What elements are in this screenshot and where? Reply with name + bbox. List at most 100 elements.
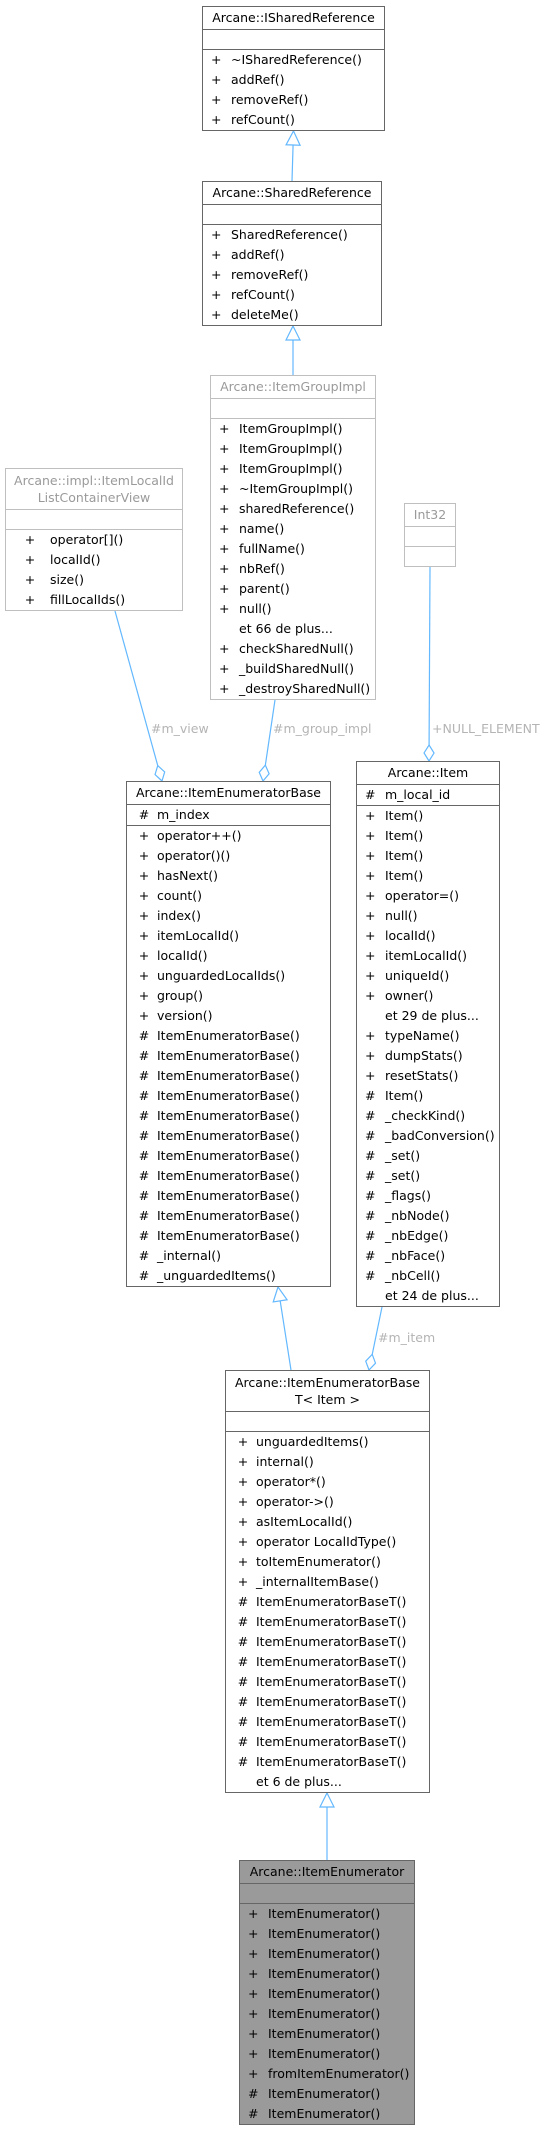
method-row[interactable]: # _checkKind() [361, 1106, 495, 1126]
method-row[interactable]: et 29 de plus... [361, 1006, 495, 1026]
class-item[interactable]: Arcane::Item # m_local_id + Item() + Item() +… [356, 761, 500, 1307]
method-row[interactable]: + _buildSharedNull() [215, 659, 371, 679]
class-shared-reference[interactable]: Arcane::SharedReference + SharedReference… [202, 181, 382, 326]
method-row[interactable]: + ItemGroupImpl() [215, 459, 371, 479]
method-row[interactable]: + unguardedItems() [230, 1432, 425, 1452]
method-row[interactable]: # _unguardedItems() [131, 1266, 326, 1286]
method-row[interactable]: + ItemEnumerator() [244, 2004, 410, 2024]
method-row[interactable]: + addRef() [207, 70, 380, 90]
method-row[interactable]: + fullName() [215, 539, 371, 559]
method-row[interactable]: + Item() [361, 866, 495, 886]
method-row[interactable]: # ItemEnumeratorBaseT() [230, 1592, 425, 1612]
method-row[interactable]: + Item() [361, 826, 495, 846]
method-row[interactable]: + ItemEnumerator() [244, 1984, 410, 2004]
method-row[interactable]: + uniqueId() [361, 966, 495, 986]
method-row[interactable]: + version() [131, 1006, 326, 1026]
method-row[interactable]: + fromItemEnumerator() [244, 2064, 410, 2084]
method-row[interactable]: # ItemEnumeratorBaseT() [230, 1732, 425, 1752]
method-row[interactable]: + sharedReference() [215, 499, 371, 519]
method-row[interactable]: # _flags() [361, 1186, 495, 1206]
method-row[interactable]: # ItemEnumeratorBase() [131, 1086, 326, 1106]
method-row[interactable]: + localId() [131, 946, 326, 966]
method-row[interactable]: + ItemEnumerator() [244, 1904, 410, 1924]
class-item-enumerator-base-t[interactable]: Arcane::ItemEnumeratorBase T< Item > + un… [225, 1370, 430, 1793]
method-row[interactable]: + checkSharedNull() [215, 639, 371, 659]
method-row[interactable]: # _nbNode() [361, 1206, 495, 1226]
method-row[interactable]: # ItemEnumeratorBase() [131, 1166, 326, 1186]
method-row[interactable]: + nbRef() [215, 559, 371, 579]
method-row[interactable]: # ItemEnumeratorBaseT() [230, 1692, 425, 1712]
method-row[interactable]: + resetStats() [361, 1066, 495, 1086]
method-row[interactable]: + removeRef() [207, 90, 380, 110]
method-row[interactable]: + size() [10, 570, 178, 590]
method-row[interactable]: # ItemEnumeratorBase() [131, 1146, 326, 1166]
method-row[interactable]: + null() [361, 906, 495, 926]
method-row[interactable]: + operator()() [131, 846, 326, 866]
attribute-row[interactable]: # m_local_id [361, 785, 495, 805]
method-row[interactable]: # ItemEnumeratorBase() [131, 1226, 326, 1246]
class-item-enumerator[interactable]: Arcane::ItemEnumerator + ItemEnumerator()… [239, 1860, 415, 2125]
method-row[interactable]: + operator*() [230, 1472, 425, 1492]
method-row[interactable]: # ItemEnumeratorBaseT() [230, 1712, 425, 1732]
method-row[interactable]: # ItemEnumeratorBase() [131, 1186, 326, 1206]
method-row[interactable]: + refCount() [207, 110, 380, 130]
method-row[interactable]: + ~ISharedReference() [207, 50, 380, 70]
method-row[interactable]: + name() [215, 519, 371, 539]
method-row[interactable]: # ItemEnumerator() [244, 2104, 410, 2124]
method-row[interactable]: + typeName() [361, 1026, 495, 1046]
method-row[interactable]: # _badConversion() [361, 1126, 495, 1146]
method-row[interactable]: # ItemEnumeratorBaseT() [230, 1632, 425, 1652]
method-row[interactable]: + fillLocalIds() [10, 590, 178, 610]
method-row[interactable]: # _set() [361, 1166, 495, 1186]
method-row[interactable]: + owner() [361, 986, 495, 1006]
method-row[interactable]: + hasNext() [131, 866, 326, 886]
method-row[interactable]: + itemLocalId() [131, 926, 326, 946]
method-row[interactable]: et 66 de plus... [215, 619, 371, 639]
class-item-local-id-list-container-view[interactable]: Arcane::impl::ItemLocalId ListContainerV… [5, 468, 183, 611]
method-row[interactable]: + null() [215, 599, 371, 619]
method-row[interactable]: + toItemEnumerator() [230, 1552, 425, 1572]
method-row[interactable]: + refCount() [207, 285, 377, 305]
method-row[interactable]: # _nbEdge() [361, 1226, 495, 1246]
method-row[interactable]: + ItemEnumerator() [244, 1964, 410, 1984]
method-row[interactable]: # ItemEnumeratorBase() [131, 1066, 326, 1086]
method-row[interactable]: + localId() [361, 926, 495, 946]
method-row[interactable]: # _internal() [131, 1246, 326, 1266]
method-row[interactable]: + addRef() [207, 245, 377, 265]
method-row[interactable]: # Item() [361, 1086, 495, 1106]
method-row[interactable]: + Item() [361, 846, 495, 866]
method-row[interactable]: + removeRef() [207, 265, 377, 285]
method-row[interactable]: # ItemEnumeratorBase() [131, 1126, 326, 1146]
method-row[interactable]: + operator[]() [10, 530, 178, 550]
method-row[interactable]: + ItemGroupImpl() [215, 419, 371, 439]
method-row[interactable]: # ItemEnumeratorBaseT() [230, 1652, 425, 1672]
method-row[interactable]: + index() [131, 906, 326, 926]
method-row[interactable]: # ItemEnumeratorBase() [131, 1026, 326, 1046]
method-row[interactable]: + operator->() [230, 1492, 425, 1512]
class-item-group-impl[interactable]: Arcane::ItemGroupImpl + ItemGroupImpl() + I… [210, 375, 376, 700]
method-row[interactable]: + Item() [361, 806, 495, 826]
method-row[interactable]: + deleteMe() [207, 305, 377, 325]
class-item-enumerator-base[interactable]: Arcane::ItemEnumeratorBase # m_index + ope… [126, 781, 331, 1287]
method-row[interactable]: + operator LocalIdType() [230, 1532, 425, 1552]
method-row[interactable]: + itemLocalId() [361, 946, 495, 966]
method-row[interactable]: + ItemGroupImpl() [215, 439, 371, 459]
attribute-row[interactable]: # m_index [131, 805, 326, 825]
method-row[interactable]: + unguardedLocalIds() [131, 966, 326, 986]
method-row[interactable]: et 6 de plus... [230, 1772, 425, 1792]
method-row[interactable]: # ItemEnumeratorBase() [131, 1046, 326, 1066]
method-row[interactable]: + dumpStats() [361, 1046, 495, 1066]
method-row[interactable]: + ~ItemGroupImpl() [215, 479, 371, 499]
method-row[interactable]: + internal() [230, 1452, 425, 1472]
method-row[interactable]: # ItemEnumeratorBase() [131, 1106, 326, 1126]
method-row[interactable]: + localId() [10, 550, 178, 570]
method-row[interactable]: + _destroySharedNull() [215, 679, 371, 699]
method-row[interactable]: + ItemEnumerator() [244, 2044, 410, 2064]
method-row[interactable]: # _nbFace() [361, 1246, 495, 1266]
method-row[interactable]: # ItemEnumeratorBaseT() [230, 1672, 425, 1692]
method-row[interactable]: # ItemEnumerator() [244, 2084, 410, 2104]
method-row[interactable]: + ItemEnumerator() [244, 2024, 410, 2044]
class-ishared-reference[interactable]: Arcane::ISharedReference + ~ISharedRefere… [202, 6, 385, 131]
method-row[interactable]: # ItemEnumeratorBase() [131, 1206, 326, 1226]
method-row[interactable]: + group() [131, 986, 326, 1006]
